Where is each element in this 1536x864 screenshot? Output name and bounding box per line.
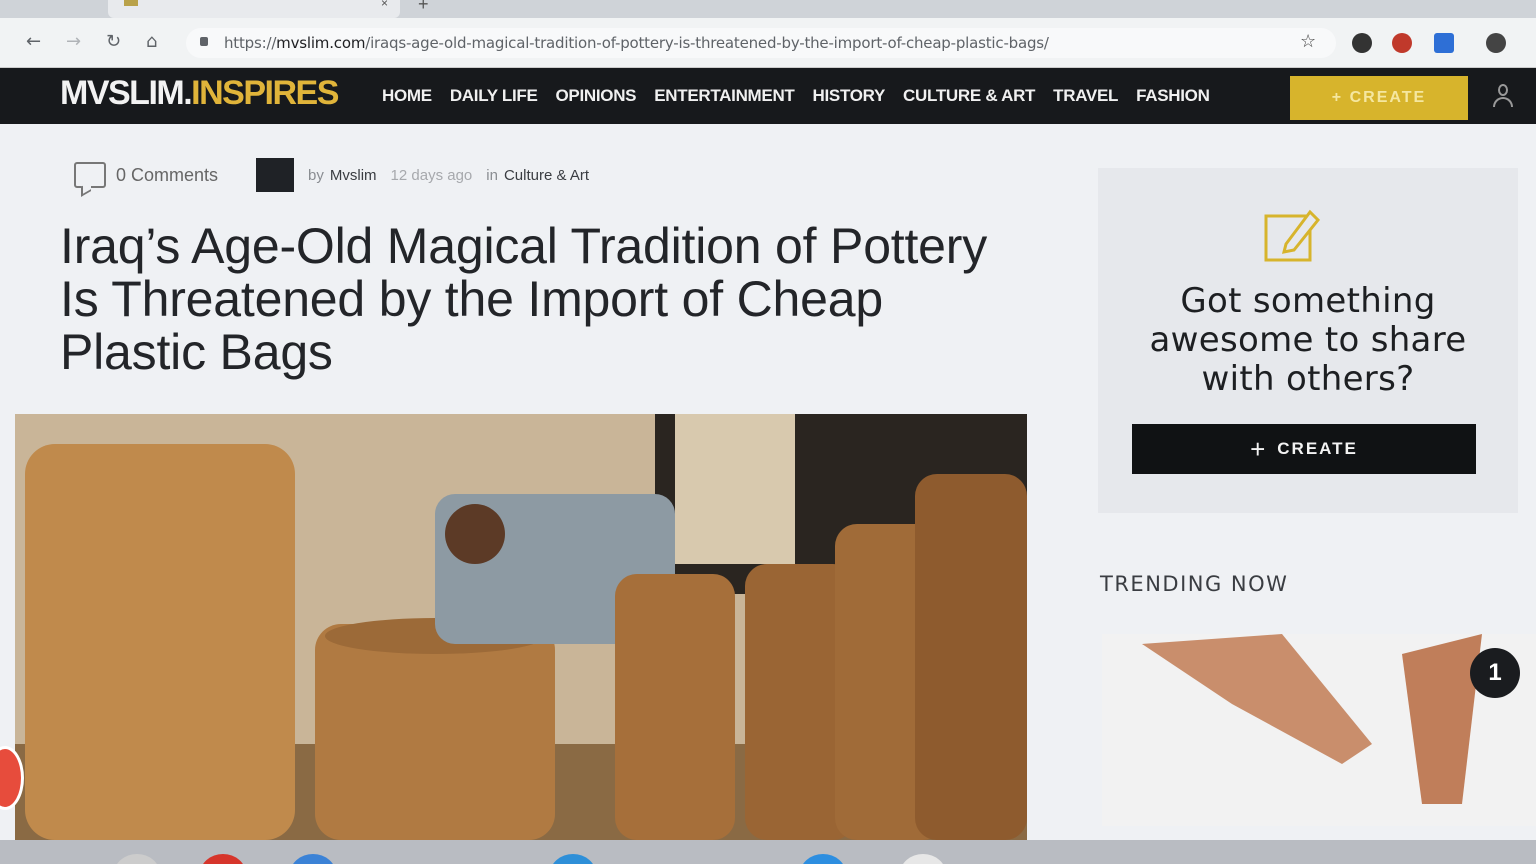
avatar[interactable] xyxy=(256,158,295,192)
article-title: Iraq’s Age-Old Magical Tradition of Pott… xyxy=(60,218,988,380)
user-icon[interactable] xyxy=(1492,84,1514,108)
menu-item-travel[interactable]: TRAVEL xyxy=(1053,86,1118,106)
browser-toolbar: ← → ↻ ⌂ https://mvslim.com/iraqs-age-old… xyxy=(0,18,1536,68)
new-tab-icon[interactable]: + xyxy=(418,0,429,15)
dock-app-icon[interactable] xyxy=(290,854,336,864)
url-text: https://mvslim.com/iraqs-age-old-magical… xyxy=(224,34,1049,52)
dock-app-icon[interactable] xyxy=(200,854,246,864)
extension-badge-icon[interactable] xyxy=(1392,33,1412,53)
dock-app-icon[interactable] xyxy=(114,854,160,864)
menu-item-culture-art[interactable]: CULTURE & ART xyxy=(903,86,1035,106)
create-button-sidebar[interactable]: + CREATE xyxy=(1132,424,1476,474)
trending-heading: TRENDING NOW xyxy=(1100,572,1289,596)
back-arrow-icon[interactable]: ← xyxy=(26,31,41,52)
os-dock xyxy=(0,840,1536,864)
menu-item-fashion[interactable]: FASHION xyxy=(1136,86,1210,106)
site-header: MVSLIM.INSPIRES HOME DAILY LIFE OPINIONS… xyxy=(0,68,1536,124)
translate-icon[interactable] xyxy=(1434,33,1454,53)
forward-arrow-icon[interactable]: → xyxy=(66,31,81,52)
create-label: CREATE xyxy=(1277,439,1358,458)
profile-icon[interactable] xyxy=(1486,33,1506,53)
main-menu: HOME DAILY LIFE OPINIONS ENTERTAINMENT H… xyxy=(382,86,1210,106)
post-time: 12 days ago xyxy=(390,166,473,184)
browser-tabstrip: × + xyxy=(0,0,1536,18)
trending-rank-badge: 1 xyxy=(1470,648,1520,698)
author-link[interactable]: Mvslim xyxy=(330,167,377,184)
plus-icon: + xyxy=(1250,433,1268,464)
pencil-edit-icon xyxy=(1264,209,1321,262)
home-icon[interactable]: ⌂ xyxy=(146,31,157,52)
menu-item-entertainment[interactable]: ENTERTAINMENT xyxy=(654,86,795,106)
bookmark-star-icon[interactable]: ☆ xyxy=(1300,31,1316,52)
site-logo[interactable]: MVSLIM.INSPIRES xyxy=(60,74,339,113)
in-label: in xyxy=(486,166,498,184)
dock-app-icon[interactable] xyxy=(800,854,846,864)
share-title: Got something awesome to share with othe… xyxy=(1149,281,1467,399)
menu-item-home[interactable]: HOME xyxy=(382,86,432,106)
tab-favicon-icon xyxy=(124,0,138,6)
page-content: 0 Comments by Mvslim 12 days ago in Cult… xyxy=(0,124,1536,840)
hero-image xyxy=(15,414,1027,840)
dock-app-icon[interactable] xyxy=(900,854,946,864)
comment-icon[interactable] xyxy=(74,162,106,188)
menu-item-opinions[interactable]: OPINIONS xyxy=(556,86,637,106)
lock-icon xyxy=(200,37,208,46)
create-button-header[interactable]: + CREATE xyxy=(1290,76,1468,120)
address-bar[interactable]: https://mvslim.com/iraqs-age-old-magical… xyxy=(186,28,1336,58)
extension-icon[interactable] xyxy=(1352,33,1372,53)
comments-link[interactable]: 0 Comments xyxy=(116,165,218,186)
menu-item-daily-life[interactable]: DAILY LIFE xyxy=(450,86,538,106)
reload-icon[interactable]: ↻ xyxy=(106,31,121,52)
tab-close-icon[interactable]: × xyxy=(381,0,388,10)
share-prompt-box: Got something awesome to share with othe… xyxy=(1098,168,1518,513)
dock-app-icon[interactable] xyxy=(550,854,596,864)
category-link[interactable]: Culture & Art xyxy=(504,167,589,184)
article-meta: 0 Comments by Mvslim 12 days ago in Cult… xyxy=(74,158,589,192)
browser-tab[interactable]: × xyxy=(108,0,400,18)
by-label: by xyxy=(308,166,324,184)
menu-item-history[interactable]: HISTORY xyxy=(813,86,886,106)
